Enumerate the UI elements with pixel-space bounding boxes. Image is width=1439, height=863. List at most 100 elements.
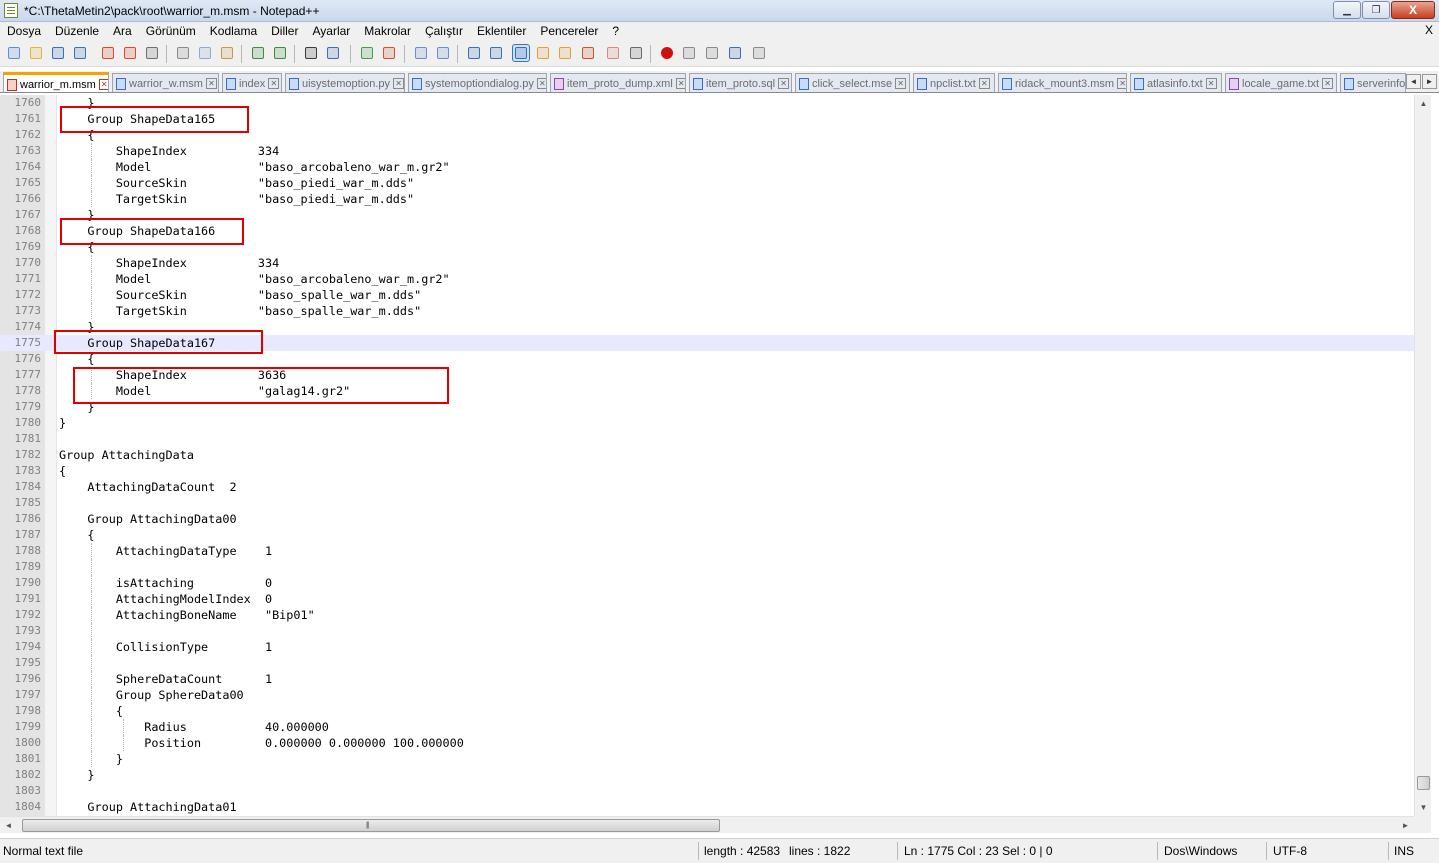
scroll-down-button[interactable]: ▼ — [1415, 799, 1432, 816]
menu-dosya[interactable]: Dosya — [0, 22, 48, 41]
tab-close-icon[interactable]: ✕ — [393, 78, 404, 89]
tab-close-icon[interactable]: ✕ — [98, 79, 108, 90]
save-all-button[interactable] — [72, 45, 88, 61]
zoom-in-button[interactable] — [359, 45, 375, 61]
redo-button[interactable] — [272, 45, 288, 61]
indent-guide-button[interactable] — [512, 44, 530, 62]
tab-scroll-right-button[interactable]: ► — [1422, 74, 1437, 89]
zoom-out-button[interactable] — [381, 45, 397, 61]
menu-kodlama[interactable]: Kodlama — [203, 22, 264, 41]
tab-serverinfo[interactable]: serverinfo✕ — [1340, 73, 1406, 92]
status-divider — [698, 842, 699, 860]
close-all-button[interactable] — [122, 45, 138, 61]
close-window-button[interactable]: X — [1391, 1, 1435, 19]
line-text: ShapeIndex 334 — [59, 144, 280, 158]
line-text: Group AttachingData00 — [59, 512, 237, 526]
paste-button[interactable] — [219, 45, 235, 61]
close-document-button[interactable]: X — [1425, 23, 1433, 37]
tab-click-select-mse[interactable]: click_select.mse ✕ — [795, 73, 910, 92]
tab-close-icon[interactable]: ✕ — [205, 78, 217, 89]
tab-close-icon[interactable]: ✕ — [268, 78, 280, 89]
status-eol[interactable]: Dos\Windows — [1164, 844, 1237, 858]
undo-button[interactable] — [250, 45, 266, 61]
code-line: 1783 { — [0, 463, 1414, 479]
line-text: SourceSkin "baso_spalle_war_m.dds" — [59, 288, 422, 302]
doc-map-button[interactable] — [557, 45, 573, 61]
menu-duzenle[interactable]: Düzenle — [48, 22, 106, 41]
menu-diller[interactable]: Diller — [264, 22, 305, 41]
tab-ridack-mount3-msm[interactable]: ridack_mount3.msm ✕ — [998, 73, 1127, 92]
open-file-button[interactable] — [28, 45, 44, 61]
save-icon — [52, 47, 64, 59]
scroll-up-button[interactable]: ▲ — [1415, 95, 1432, 112]
tab-systemoptiondialog-py[interactable]: systemoptiondialog.py ✕ — [408, 73, 547, 92]
cut-button[interactable] — [175, 45, 191, 61]
tab-close-icon[interactable]: ✕ — [1322, 78, 1334, 89]
paste-icon — [221, 47, 233, 59]
menu-gorunum[interactable]: Görünüm — [139, 22, 203, 41]
tab-warrior-w-msm[interactable]: warrior_w.msm ✕ — [112, 73, 219, 92]
print-button[interactable] — [144, 45, 160, 61]
tab-index[interactable]: index ✕ — [222, 73, 282, 92]
tab-warrior-m-msm[interactable]: warrior_m.msm ✕ — [3, 72, 109, 92]
menu-eklentiler[interactable]: Eklentiler — [470, 22, 533, 41]
scroll-left-button[interactable]: ◄ — [0, 817, 17, 834]
show-all-chars-button[interactable] — [488, 45, 504, 61]
text-editor[interactable]: 1760 } 1761 Group ShapeData165 1762 {1763 … — [0, 95, 1414, 816]
tab-close-icon[interactable]: ✕ — [1205, 78, 1217, 89]
line-text: } — [59, 752, 123, 766]
word-wrap-button[interactable] — [466, 45, 482, 61]
tab-item-proto-dump-xml[interactable]: item_proto_dump.xml ✕ — [550, 73, 686, 92]
find-button[interactable] — [303, 45, 319, 61]
record-macro-button[interactable] — [659, 45, 675, 61]
tab-close-icon[interactable]: ✕ — [675, 78, 685, 89]
run-macro-multiple-button[interactable] — [727, 45, 743, 61]
folder-workspace-button[interactable] — [605, 45, 621, 61]
tab-close-icon[interactable]: ✕ — [978, 78, 990, 89]
vertical-scroll-thumb[interactable] — [1417, 776, 1430, 790]
horizontal-scroll-thumb[interactable]: ||| — [22, 819, 720, 832]
stop-record-button[interactable] — [681, 45, 697, 61]
tab-close-icon[interactable]: ✕ — [895, 78, 907, 89]
function-list-button[interactable] — [580, 45, 596, 61]
tab-item-proto-sql[interactable]: item_proto.sql ✕ — [689, 73, 792, 92]
menu-pencereler[interactable]: Pencereler — [533, 22, 605, 41]
save-button[interactable] — [50, 45, 66, 61]
status-encoding[interactable]: UTF-8 — [1273, 844, 1307, 858]
sync-horizontal-button[interactable] — [435, 45, 451, 61]
minimize-button[interactable]: ▁ — [1333, 1, 1361, 19]
line-text: AttachingModelIndex 0 — [59, 592, 273, 606]
monitoring-button[interactable] — [628, 45, 644, 61]
tab-close-icon[interactable]: ✕ — [778, 78, 790, 89]
tab-label: systemoptiondialog.py — [425, 77, 534, 90]
vertical-scrollbar[interactable]: ▲ ▼ — [1414, 95, 1431, 816]
sync-vertical-button[interactable] — [413, 45, 429, 61]
menu-ayarlar[interactable]: Ayarlar — [305, 22, 357, 41]
save-macro-button[interactable] — [751, 45, 767, 61]
scroll-right-button[interactable]: ► — [1397, 817, 1414, 834]
tab-uisystemoption-py[interactable]: uisystemoption.py ✕ — [285, 73, 405, 92]
tab-scroll-left-button[interactable]: ◄ — [1406, 74, 1421, 89]
line-number: 1802 — [14, 768, 42, 781]
menu-help[interactable]: ? — [605, 22, 626, 41]
close-file-button[interactable] — [100, 45, 116, 61]
menu-makrolar[interactable]: Makrolar — [357, 22, 418, 41]
tab-close-icon[interactable]: ✕ — [536, 78, 546, 89]
tab-atlasinfo-txt[interactable]: atlasinfo.txt ✕ — [1130, 73, 1222, 92]
new-file-button[interactable] — [6, 45, 22, 61]
replace-button[interactable] — [325, 45, 341, 61]
menu-calistir[interactable]: Çalıştır — [418, 22, 470, 41]
copy-button[interactable] — [197, 45, 213, 61]
maximize-button[interactable]: ❐ — [1362, 1, 1390, 19]
user-lang-button[interactable] — [535, 45, 551, 61]
tab-close-icon[interactable]: ✕ — [1117, 78, 1126, 89]
status-insert-mode[interactable]: INS — [1394, 844, 1414, 858]
code-line: 1795 — [0, 655, 1414, 671]
line-number: 1782 — [14, 448, 42, 461]
menu-ara[interactable]: Ara — [106, 22, 139, 41]
horizontal-scrollbar[interactable]: ◄ ||| ► — [0, 816, 1414, 833]
tab-npclist-txt[interactable]: npclist.txt ✕ — [913, 73, 995, 92]
tab-locale-game-txt[interactable]: locale_game.txt ✕ — [1225, 73, 1337, 92]
play-macro-button[interactable] — [704, 45, 720, 61]
tab-label: warrior_m.msm — [20, 78, 96, 91]
